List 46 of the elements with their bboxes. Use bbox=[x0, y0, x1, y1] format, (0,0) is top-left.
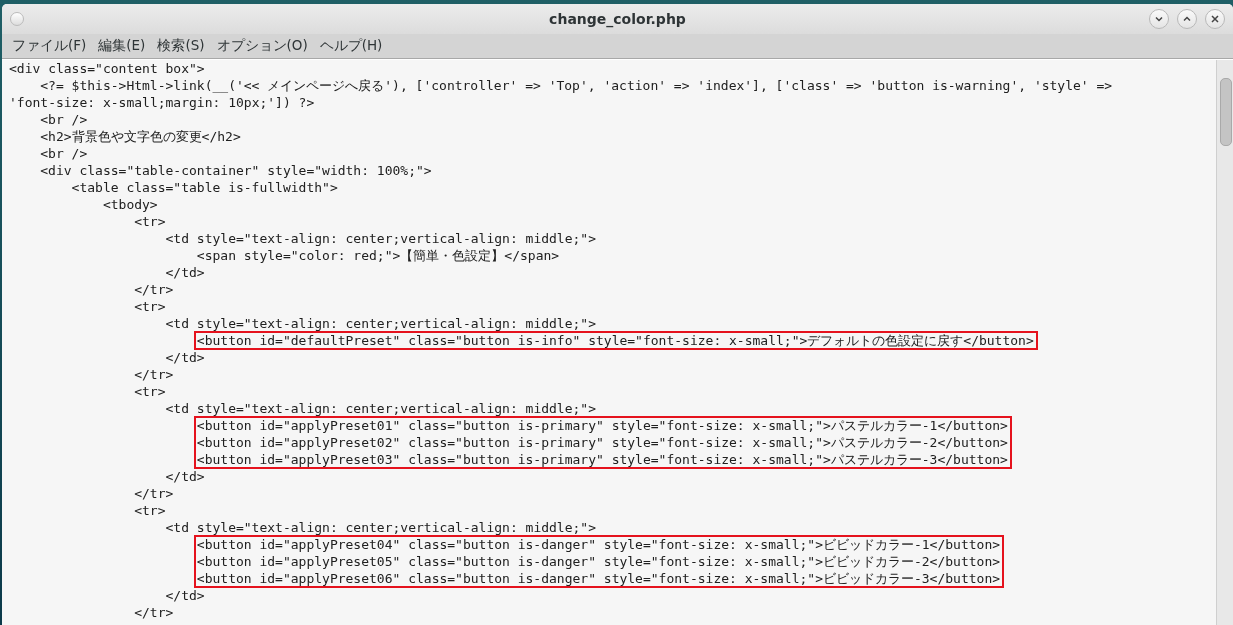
close-icon bbox=[1210, 14, 1220, 24]
code-line: <h2>背景色や文字色の変更</h2> bbox=[40, 128, 241, 145]
code-line: <tr> bbox=[134, 213, 166, 230]
code-line: <button id="applyPreset01" class="button is-primary" style="font-size: x-small;">パステルカラー-1</button> bbox=[196, 417, 1008, 434]
code-line: </td> bbox=[165, 468, 205, 485]
code-line: <br /> bbox=[40, 145, 88, 162]
code-line: </td> bbox=[165, 349, 205, 366]
code-line: <tbody> bbox=[102, 196, 158, 213]
code-line: <button id="defaultPreset" class="button is-info" style="font-size: x-small;">デフォルトの色設定に戻す</button> bbox=[196, 332, 1034, 349]
menu-item[interactable]: 編集(E) bbox=[98, 35, 146, 57]
code-line: <button id="applyPreset02" class="button is-primary" style="font-size: x-small;">パステルカラー-2</button> bbox=[196, 434, 1008, 451]
code-line: <div class="table-container" style="width: 100%;"> bbox=[40, 162, 432, 179]
code-line: <div class="content box"> bbox=[9, 60, 205, 77]
code-line: <?= $this->Html->link(__('<< メインページへ戻る'), ['controller' => 'Top', 'action' => 'index'], ['class' => 'button is-warning', 'style' => bbox=[40, 77, 1113, 94]
scrollbar[interactable] bbox=[1216, 60, 1233, 625]
code-line: <button id="applyPreset05" class="button is-danger" style="font-size: x-small;">ビビッドカラー-2</button> bbox=[196, 553, 1001, 570]
code-line: 'font-size: x-small;margin: 10px;']) ?> bbox=[9, 94, 315, 111]
menu-item[interactable]: 検索(S) bbox=[157, 35, 205, 57]
code-line: <tr> bbox=[134, 502, 166, 519]
code-line: <button id="applyPreset03" class="button is-primary" style="font-size: x-small;">パステルカラー-3</button> bbox=[196, 451, 1008, 468]
code-line: <td style="text-align: center;vertical-align: middle;"> bbox=[165, 400, 596, 417]
code-line: <tr> bbox=[134, 383, 166, 400]
maximize-button[interactable] bbox=[1177, 9, 1197, 29]
code-line: <button id="applyPreset06" class="button is-danger" style="font-size: x-small;">ビビッドカラー-3</button> bbox=[196, 570, 1001, 587]
code-line: </tr> bbox=[134, 485, 174, 502]
code-line: </td> bbox=[165, 264, 205, 281]
code-line: <tr> bbox=[134, 298, 166, 315]
code-line: </tr> bbox=[134, 281, 174, 298]
chevron-up-icon bbox=[1182, 14, 1192, 24]
close-button[interactable] bbox=[1205, 9, 1225, 29]
code-line: <br /> bbox=[40, 111, 88, 128]
minimize-button[interactable] bbox=[1149, 9, 1169, 29]
code-line: </td> bbox=[165, 587, 205, 604]
code-line: <span style="color: red;">【簡単・色設定】</span> bbox=[196, 247, 560, 264]
code-line: <button id="applyPreset04" class="button is-danger" style="font-size: x-small;">ビビッドカラー-1</button> bbox=[196, 536, 1001, 553]
menu-item[interactable]: ファイル(F) bbox=[12, 35, 87, 57]
chevron-down-icon bbox=[1154, 14, 1164, 24]
code-line: </tr> bbox=[134, 366, 174, 383]
menu-item[interactable]: オプション(O) bbox=[216, 35, 308, 57]
window-title: change_color.php bbox=[549, 11, 686, 27]
menu-item[interactable]: ヘルプ(H) bbox=[319, 35, 383, 57]
code-line: <td style="text-align: center;vertical-align: middle;"> bbox=[165, 315, 596, 332]
code-line: <td style="text-align: center;vertical-align: middle;"> bbox=[165, 230, 596, 247]
code-line: <table class="table is-fullwidth"> bbox=[71, 179, 338, 196]
code-line: </tr> bbox=[134, 604, 174, 621]
code-line: <td style="text-align: center;vertical-align: middle;"> bbox=[165, 519, 596, 536]
